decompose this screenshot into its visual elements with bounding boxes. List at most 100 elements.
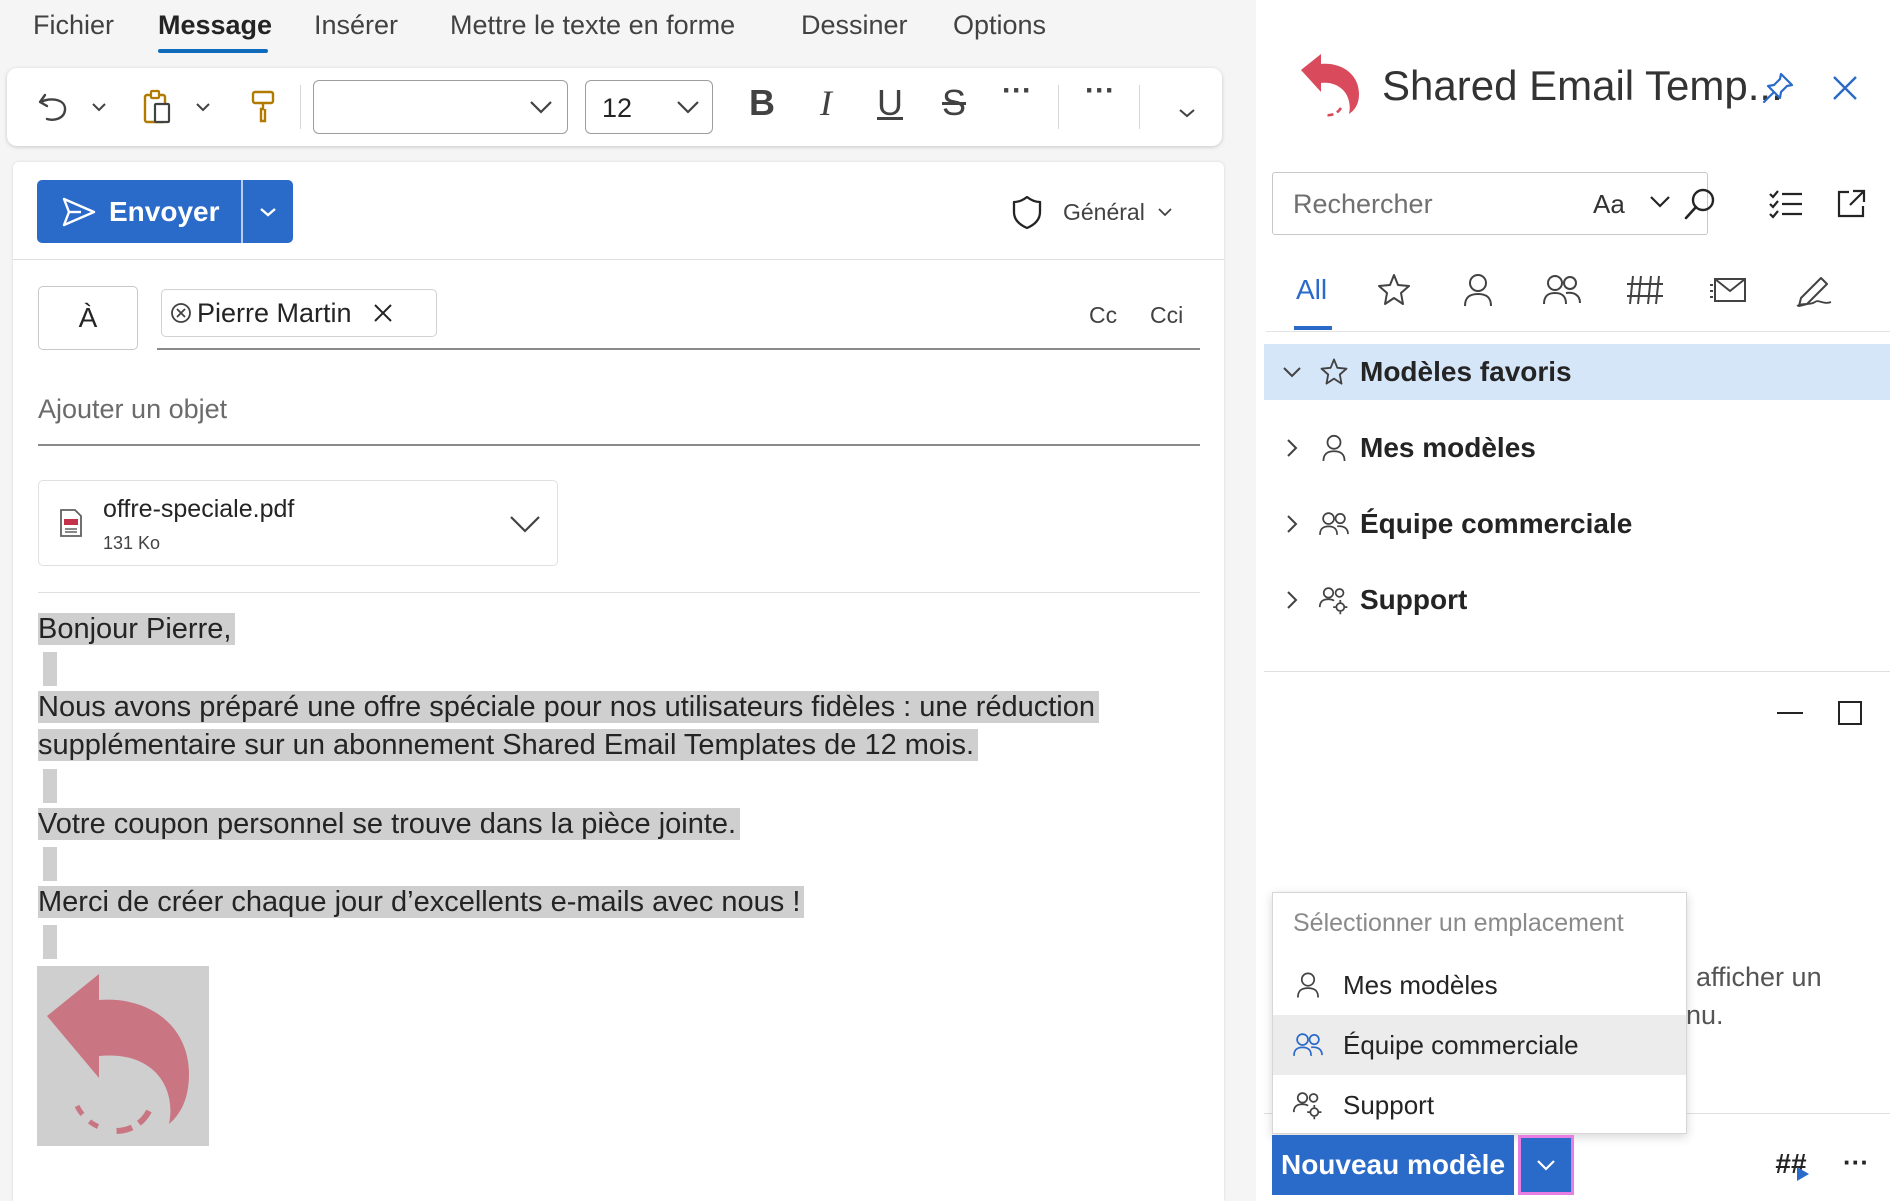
italic-button[interactable]: I (806, 82, 846, 124)
tab-fichier[interactable]: Fichier (33, 10, 114, 41)
chevron-down-icon[interactable] (509, 515, 541, 533)
close-icon[interactable] (372, 302, 394, 324)
dropdown-item-sales-team[interactable]: Équipe commerciale (1273, 1015, 1686, 1075)
sensitivity-selector[interactable]: Général (1011, 192, 1173, 232)
chevron-right-icon[interactable] (1270, 590, 1314, 610)
insert-macro-button[interactable]: ## (1766, 1142, 1816, 1186)
minimize-icon[interactable] (1768, 693, 1812, 733)
tab-dessiner[interactable]: Dessiner (801, 10, 908, 41)
cc-button[interactable]: Cc (1089, 302, 1117, 329)
tabs-divider (1266, 331, 1890, 332)
maximize-icon[interactable] (1828, 693, 1872, 733)
checklist-icon[interactable] (1764, 182, 1808, 226)
pin-icon[interactable] (1756, 66, 1800, 110)
send-split-button: Envoyer (37, 180, 293, 243)
chevron-right-icon[interactable] (1270, 438, 1314, 458)
font-size-value: 12 (602, 93, 633, 123)
more-label: ··· (1843, 1146, 1869, 1177)
more-options-button[interactable]: ··· (1080, 74, 1120, 108)
open-external-icon[interactable] (1829, 182, 1873, 226)
signature-logo-image[interactable] (37, 966, 209, 1146)
tree-item-sales-team[interactable]: Équipe commerciale (1264, 496, 1890, 552)
ribbon-tabs: Fichier Message Insérer Mettre le texte … (0, 0, 1256, 58)
attachment-size: 131 Ko (103, 533, 161, 553)
strikethrough-button[interactable]: S (934, 82, 974, 124)
paragraph-1-line-1: Nous avons préparé une offre spéciale po… (38, 691, 1099, 723)
new-template-button[interactable]: Nouveau modèle (1272, 1135, 1514, 1195)
expand-ribbon-chevron-icon[interactable] (1175, 98, 1199, 128)
body-divider (38, 592, 1200, 593)
bcc-button[interactable]: Cci (1150, 302, 1183, 329)
tree-item-support[interactable]: Support (1264, 572, 1890, 628)
chevron-down-icon (1158, 208, 1172, 217)
preview-hint-line-2: nu. (1686, 1000, 1724, 1030)
paste-icon[interactable] (137, 87, 177, 127)
match-case-toggle[interactable]: Aa (1593, 189, 1625, 220)
preview-divider (1264, 671, 1890, 672)
body-paragraph-1[interactable]: Nous avons préparé une offre spéciale po… (38, 688, 1099, 764)
ribbon-toolbar: 12 B I U S ··· ··· (7, 68, 1222, 146)
dropdown-item-label: Support (1343, 1089, 1435, 1120)
pdf-file-icon (60, 509, 82, 537)
attachment-name: offre-speciale.pdf (103, 495, 295, 523)
dropdown-item-my-templates[interactable]: Mes modèles (1273, 955, 1686, 1015)
person-icon[interactable] (1456, 268, 1500, 312)
paragraph-2-text: Votre coupon personnel se trouve dans la… (38, 808, 741, 840)
search-icon[interactable] (1683, 187, 1717, 221)
body-paragraph-3[interactable]: Merci de créer chaque jour d’excellents … (38, 883, 805, 921)
search-input[interactable]: Rechercher Aa (1272, 172, 1715, 235)
body-paragraph-2[interactable]: Votre coupon personnel se trouve dans la… (38, 805, 741, 843)
reply-arrow-logo-icon (47, 974, 189, 1135)
underline-button[interactable]: U (870, 82, 910, 124)
undo-icon[interactable] (33, 87, 73, 127)
attachment-card[interactable]: offre-speciale.pdf 131 Ko (38, 480, 558, 566)
chevron-right-icon[interactable] (1270, 514, 1314, 534)
new-template-options-chevron-icon[interactable] (1518, 1135, 1574, 1195)
more-format-button[interactable]: ··· (997, 74, 1037, 108)
undo-dropdown-chevron-icon[interactable] (87, 92, 111, 122)
tree-item-my-templates[interactable]: Mes modèles (1264, 420, 1890, 476)
recipient-pill[interactable]: Pierre Martin (161, 289, 437, 337)
search-placeholder: Rechercher (1293, 189, 1433, 219)
body-line-greeting[interactable]: Bonjour Pierre, (38, 610, 236, 648)
close-pane-icon[interactable] (1823, 66, 1867, 110)
blank-line-highlight (43, 769, 57, 803)
dropdown-header: Sélectionner un emplacement (1293, 909, 1624, 937)
to-field-underline (157, 348, 1200, 350)
blank-line-highlight (43, 925, 57, 959)
people-icon[interactable] (1540, 268, 1584, 312)
tree-item-label: Support (1360, 584, 1468, 615)
more-options-button[interactable]: ··· (1834, 1140, 1878, 1184)
send-icon (62, 197, 96, 226)
send-options-chevron-icon[interactable] (243, 180, 293, 243)
chevron-down-icon[interactable] (1270, 366, 1314, 378)
format-painter-icon[interactable] (243, 87, 283, 127)
mail-merge-icon[interactable] (1707, 268, 1751, 312)
tab-message[interactable]: Message (158, 10, 272, 41)
people-settings-icon (1314, 585, 1354, 615)
bold-button[interactable]: B (742, 82, 782, 124)
blank-line-highlight (43, 847, 57, 881)
to-button[interactable]: À (38, 286, 138, 350)
hashtag-icon[interactable] (1623, 268, 1667, 312)
subject-input[interactable]: Ajouter un objet (38, 394, 227, 425)
shared-email-templates-logo-icon (1301, 54, 1359, 117)
location-dropdown: Sélectionner un emplacement Mes modèles … (1272, 892, 1687, 1134)
signature-pen-icon[interactable] (1791, 268, 1835, 312)
chevron-down-icon[interactable] (1649, 195, 1671, 209)
paste-dropdown-chevron-icon[interactable] (191, 92, 215, 122)
tab-mettre-en-forme[interactable]: Mettre le texte en forme (450, 10, 735, 41)
tree-item-label: Équipe commerciale (1360, 508, 1633, 539)
send-button[interactable]: Envoyer (37, 180, 241, 243)
people-icon (1273, 1031, 1343, 1059)
dropdown-item-support[interactable]: Support (1273, 1075, 1686, 1135)
tab-options[interactable]: Options (953, 10, 1046, 41)
font-size-select[interactable]: 12 (585, 80, 713, 134)
tree-item-favorites[interactable]: Modèles favoris (1264, 344, 1890, 400)
favorites-star-icon[interactable] (1372, 268, 1416, 312)
tab-all[interactable]: All (1296, 274, 1327, 306)
dropdown-item-label: Équipe commerciale (1343, 1029, 1579, 1060)
active-tab-indicator (158, 49, 268, 53)
font-name-select[interactable] (313, 80, 568, 134)
tab-inserer[interactable]: Insérer (314, 10, 398, 41)
